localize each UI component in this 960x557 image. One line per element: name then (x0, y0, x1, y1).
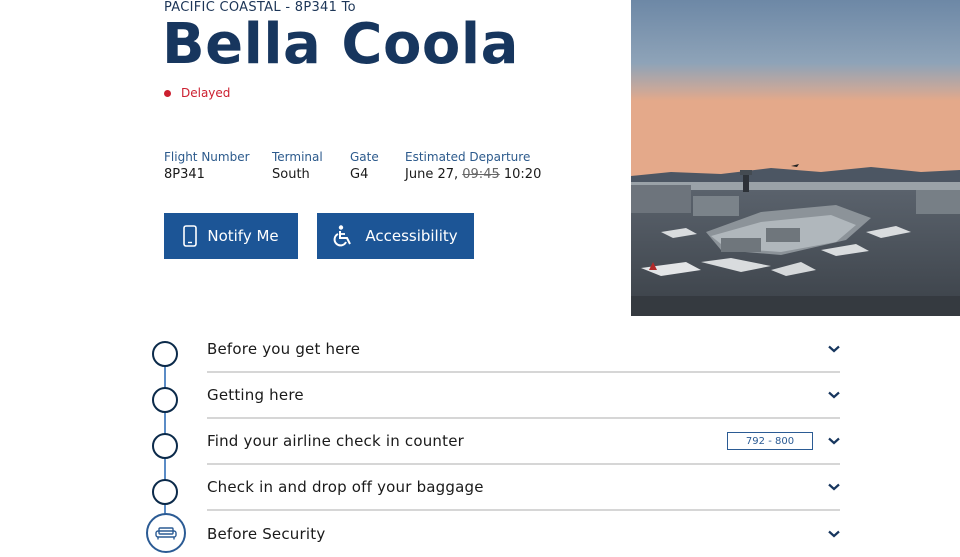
chevron-down-icon (828, 437, 840, 445)
departure-new-time: 10:20 (503, 167, 542, 182)
status-dot (164, 89, 171, 97)
step-label: Find your airline check in counter (207, 432, 465, 450)
destination-title: Bella Coola (162, 12, 519, 77)
chevron-down-icon (828, 530, 840, 538)
info-terminal: Terminal South (272, 150, 323, 182)
step-label: Before you get here (207, 340, 361, 358)
step-check-in-baggage[interactable]: Check in and drop off your baggage (207, 465, 840, 511)
step-label: Check in and drop off your baggage (207, 478, 484, 496)
info-departure: Estimated Departure June 27, 09:45 10:20 (405, 150, 541, 182)
departure-value: June 27, 09:45 10:20 (405, 167, 541, 182)
step-marker-before-security (146, 513, 186, 553)
departure-old-time: 09:45 (462, 167, 500, 182)
departure-date: June 27, (405, 167, 459, 182)
step-before-you-get-here[interactable]: Before you get here (207, 327, 840, 373)
sofa-icon (155, 527, 177, 540)
info-gate: Gate G4 (350, 150, 379, 182)
counter-badge: 792 - 800 (727, 432, 813, 450)
accessibility-label: Accessibility (365, 227, 458, 245)
step-label: Getting here (207, 386, 304, 404)
departure-label: Estimated Departure (405, 150, 531, 164)
status-text: Delayed (181, 86, 231, 100)
gate-value: G4 (350, 167, 369, 182)
flight-number-label: Flight Number (164, 150, 250, 164)
chevron-down-icon (828, 391, 840, 399)
step-before-security[interactable]: Before Security (207, 511, 840, 557)
gate-label: Gate (350, 150, 379, 164)
step-getting-here[interactable]: Getting here (207, 373, 840, 419)
step-label: Before Security (207, 525, 326, 543)
wheelchair-icon (333, 225, 352, 247)
notify-me-button[interactable]: Notify Me (164, 213, 298, 259)
step-marker (152, 387, 178, 413)
step-marker (152, 433, 178, 459)
terminal-value: South (272, 167, 310, 182)
airport-photo (631, 0, 960, 316)
notify-me-label: Notify Me (207, 227, 279, 245)
info-flight-number: Flight Number 8P341 (164, 150, 250, 182)
step-find-check-in-counter[interactable]: Find your airline check in counter 792 -… (207, 419, 840, 465)
step-marker (152, 479, 178, 505)
chevron-down-icon (828, 483, 840, 491)
phone-icon (183, 225, 198, 247)
step-marker (152, 341, 178, 367)
accessibility-button[interactable]: Accessibility (317, 213, 474, 259)
chevron-down-icon (828, 345, 840, 353)
terminal-label: Terminal (272, 150, 323, 164)
flight-number-value: 8P341 (164, 167, 205, 182)
flight-status: Delayed (164, 86, 230, 100)
